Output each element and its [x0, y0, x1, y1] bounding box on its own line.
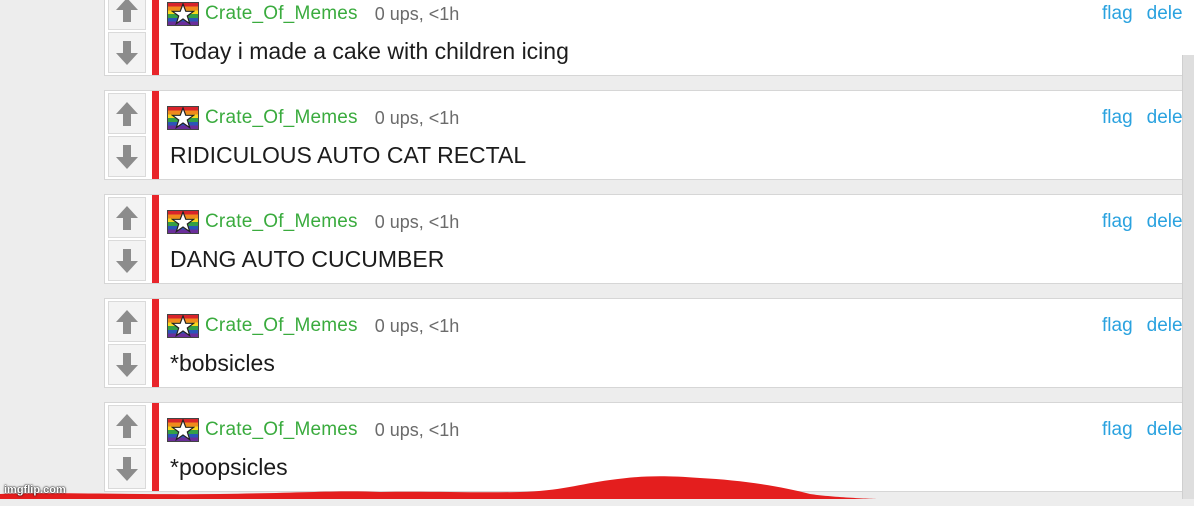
comment-stats: 0 ups, <1h — [374, 419, 460, 440]
up-arrow-icon — [116, 413, 138, 438]
vote-column — [105, 0, 149, 75]
comment: Crate_Of_Memes 0 ups, <1h flag dele Toda… — [104, 0, 1194, 76]
scrollbar[interactable] — [1182, 55, 1194, 499]
downvote-button[interactable] — [108, 32, 146, 73]
comment-meta: Crate_Of_Memes 0 ups, <1h — [167, 314, 459, 338]
delete-link[interactable]: dele — [1147, 3, 1183, 25]
comment: Crate_Of_Memes 0 ups, <1h flag dele *bob… — [104, 298, 1194, 388]
comment-meta: Crate_Of_Memes 0 ups, <1h — [167, 106, 459, 130]
upvote-button[interactable] — [108, 197, 146, 238]
comment-highlight-bar — [152, 0, 159, 75]
red-scribble — [0, 476, 880, 499]
up-arrow-icon — [116, 205, 138, 230]
star-icon — [171, 107, 195, 129]
down-arrow-icon — [116, 352, 138, 377]
delete-link[interactable]: dele — [1147, 211, 1183, 233]
delete-link[interactable]: dele — [1147, 419, 1183, 441]
vote-column — [105, 299, 149, 387]
upvote-button[interactable] — [108, 301, 146, 342]
comment-highlight-bar — [152, 299, 159, 387]
star-icon — [171, 315, 195, 337]
comment-actions: flag dele — [1102, 314, 1183, 338]
star-icon — [171, 419, 195, 441]
upvote-button[interactable] — [108, 405, 146, 446]
avatar[interactable] — [167, 314, 199, 338]
flag-link[interactable]: flag — [1102, 107, 1133, 129]
downvote-button[interactable] — [108, 240, 146, 281]
downvote-button[interactable] — [108, 136, 146, 177]
down-arrow-icon — [116, 40, 138, 65]
watermark: imgflip.com — [4, 484, 66, 496]
comment-stats: 0 ups, <1h — [374, 107, 460, 128]
comment-text: RIDICULOUS AUTO CAT RECTAL — [170, 142, 527, 168]
comment-meta: Crate_Of_Memes 0 ups, <1h — [167, 418, 459, 442]
flag-link[interactable]: flag — [1102, 3, 1133, 25]
flag-link[interactable]: flag — [1102, 211, 1133, 233]
comment-actions: flag dele — [1102, 2, 1183, 26]
down-arrow-icon — [116, 248, 138, 273]
comment-actions: flag dele — [1102, 106, 1183, 130]
flag-link[interactable]: flag — [1102, 315, 1133, 337]
vote-column — [105, 195, 149, 283]
flag-link[interactable]: flag — [1102, 419, 1133, 441]
comment-actions: flag dele — [1102, 210, 1183, 234]
up-arrow-icon — [116, 101, 138, 126]
comment: Crate_Of_Memes 0 ups, <1h flag dele RIDI… — [104, 90, 1194, 180]
comment-highlight-bar — [152, 195, 159, 283]
avatar[interactable] — [167, 210, 199, 234]
comment-stats: 0 ups, <1h — [374, 211, 460, 232]
vote-column — [105, 91, 149, 179]
comment-stats: 0 ups, <1h — [374, 3, 460, 24]
comment-text: *bobsicles — [170, 350, 275, 376]
upvote-button[interactable] — [108, 93, 146, 134]
comment-meta: Crate_Of_Memes 0 ups, <1h — [167, 2, 459, 26]
username-link[interactable]: Crate_Of_Memes — [205, 3, 358, 25]
username-link[interactable]: Crate_Of_Memes — [205, 315, 358, 337]
username-link[interactable]: Crate_Of_Memes — [205, 211, 358, 233]
comment-text: DANG AUTO CUCUMBER — [170, 246, 445, 272]
down-arrow-icon — [116, 144, 138, 169]
avatar[interactable] — [167, 106, 199, 130]
comment-stats: 0 ups, <1h — [374, 315, 460, 336]
up-arrow-icon — [116, 0, 138, 22]
comment-meta: Crate_Of_Memes 0 ups, <1h — [167, 210, 459, 234]
comment: Crate_Of_Memes 0 ups, <1h flag dele DANG… — [104, 194, 1194, 284]
comment-highlight-bar — [152, 91, 159, 179]
star-icon — [171, 3, 195, 25]
username-link[interactable]: Crate_Of_Memes — [205, 419, 358, 441]
star-icon — [171, 211, 195, 233]
upvote-button[interactable] — [108, 0, 146, 30]
avatar[interactable] — [167, 418, 199, 442]
username-link[interactable]: Crate_Of_Memes — [205, 107, 358, 129]
delete-link[interactable]: dele — [1147, 315, 1183, 337]
downvote-button[interactable] — [108, 344, 146, 385]
comment-text: Today i made a cake with children icing — [170, 38, 569, 64]
avatar[interactable] — [167, 2, 199, 26]
delete-link[interactable]: dele — [1147, 107, 1183, 129]
comment-feed: Crate_Of_Memes 0 ups, <1h flag dele Toda… — [104, 0, 1194, 506]
up-arrow-icon — [116, 309, 138, 334]
comment-actions: flag dele — [1102, 418, 1183, 442]
